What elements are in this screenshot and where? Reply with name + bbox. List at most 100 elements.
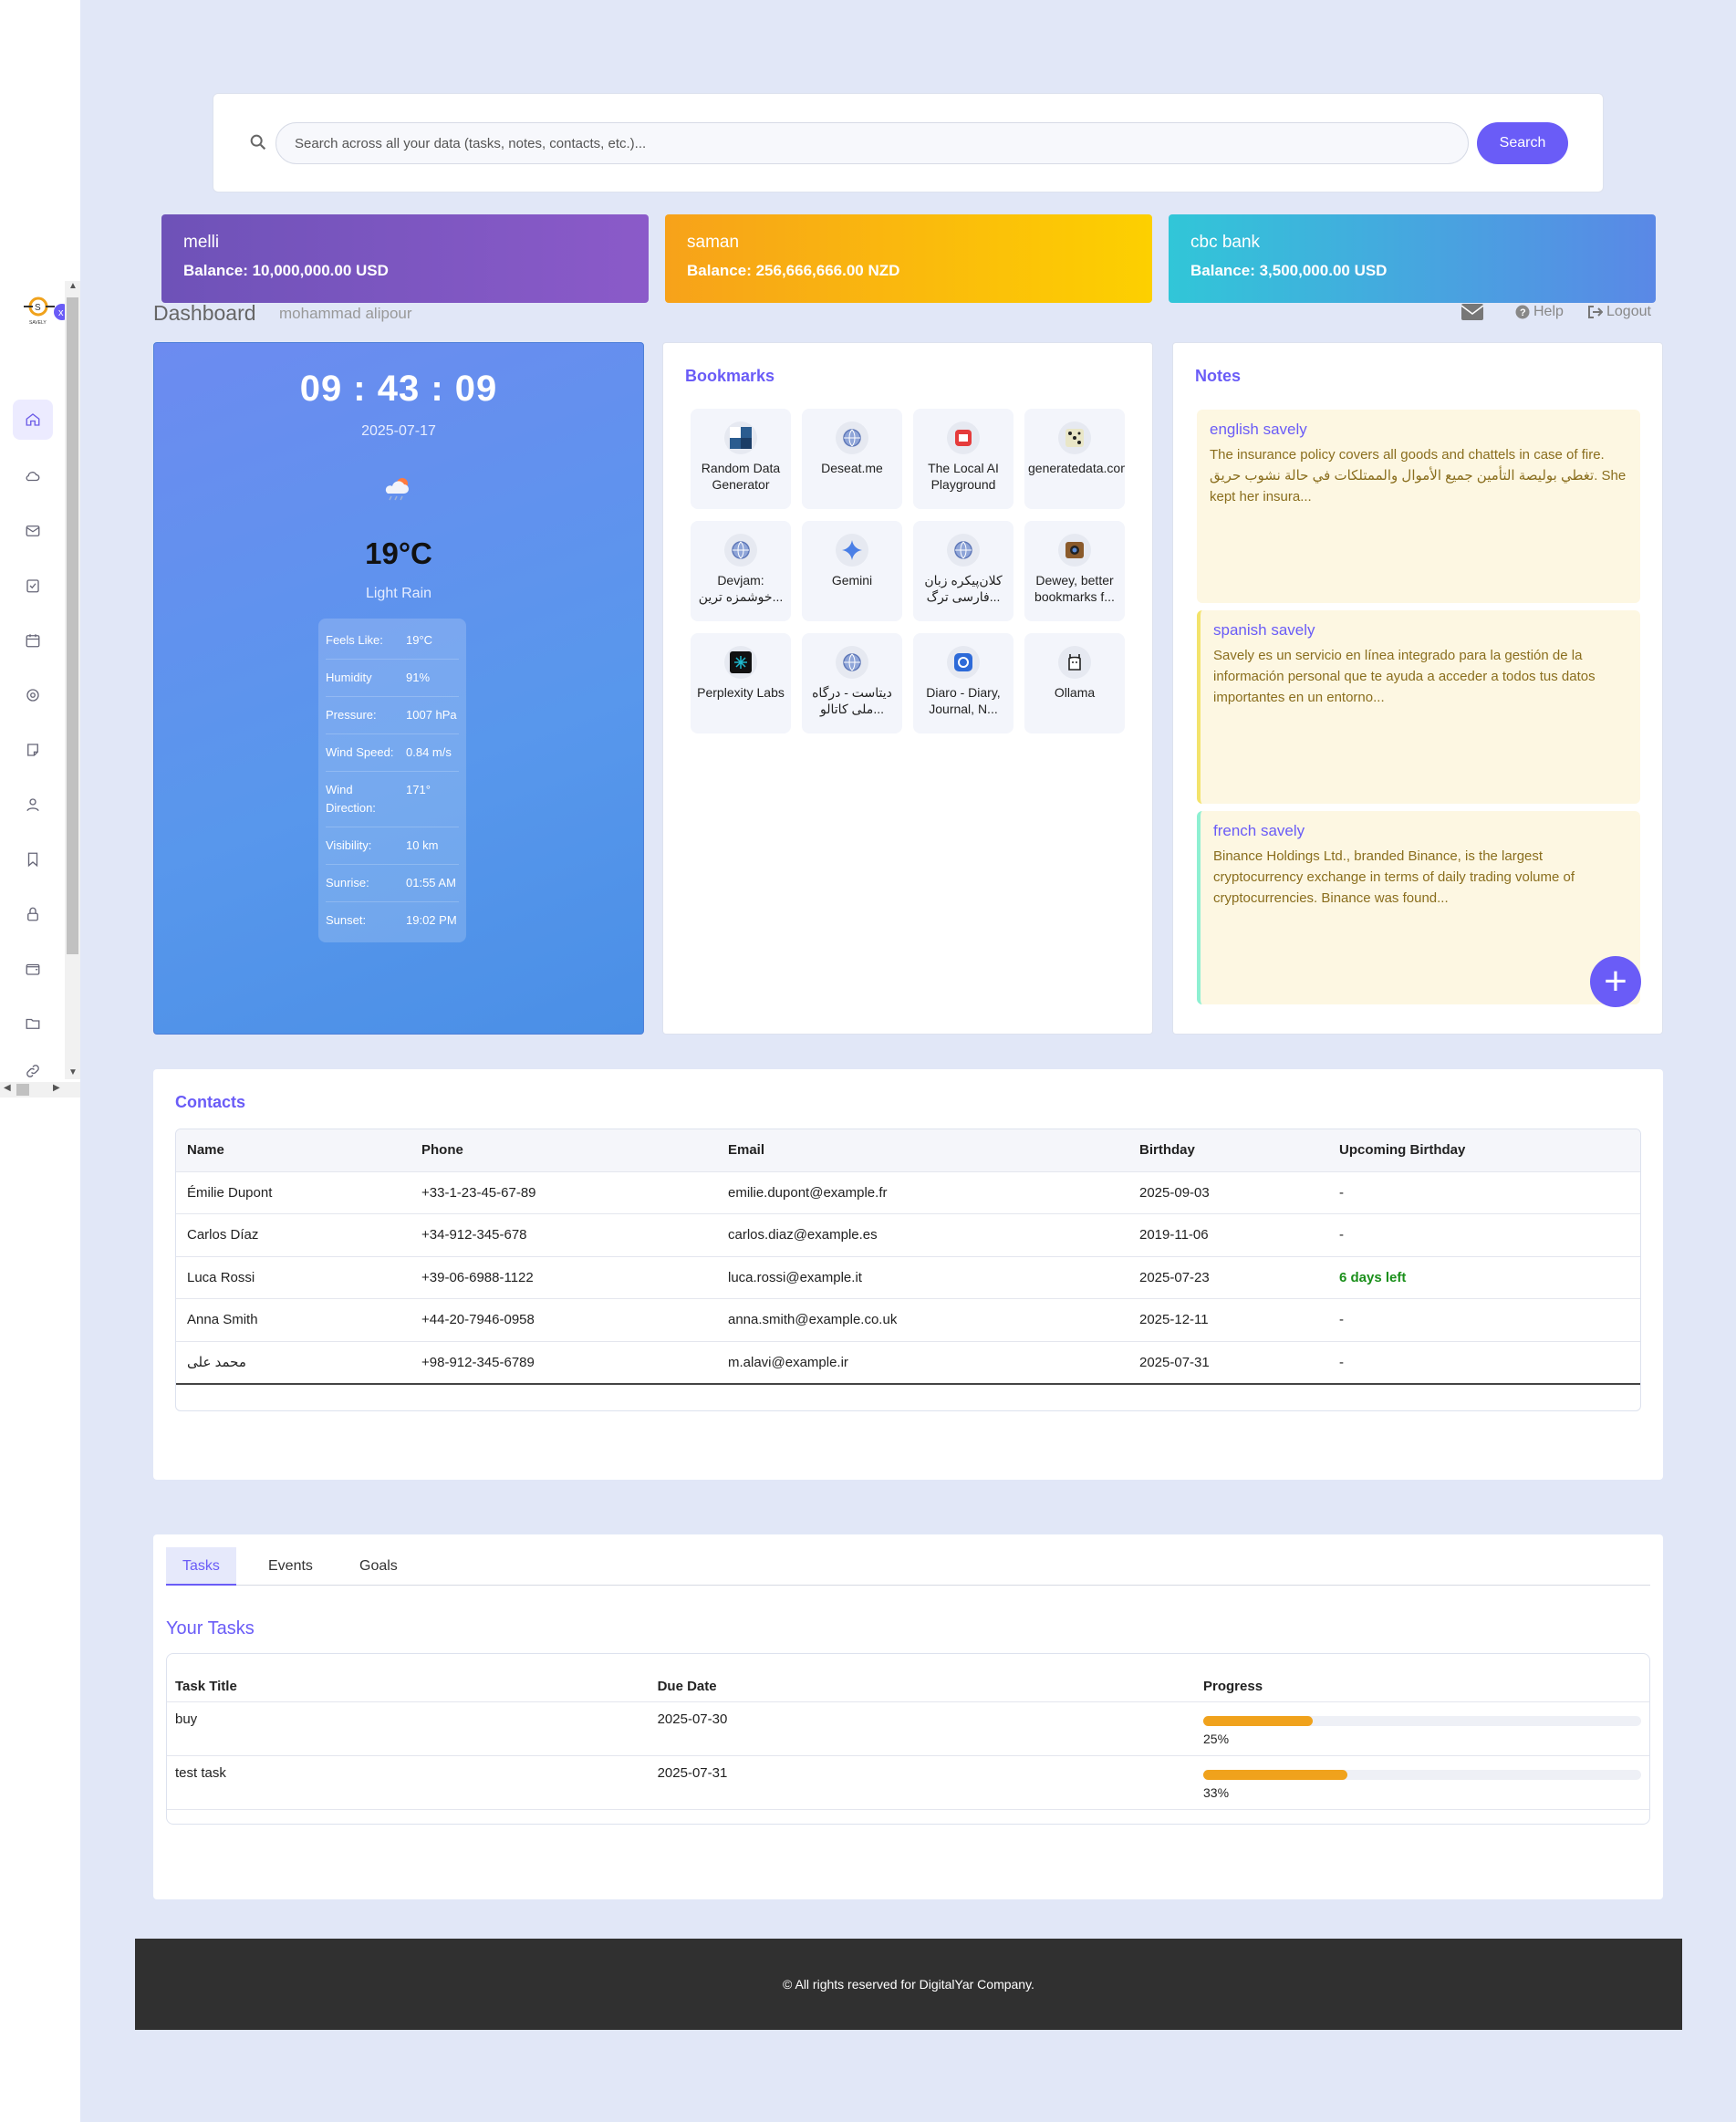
table-row[interactable]: Anna Smith +44-20-7946-0958 anna.smith@e…	[176, 1298, 1640, 1342]
help-label: Help	[1533, 304, 1564, 319]
column-header[interactable]: Birthday	[1128, 1129, 1328, 1172]
tasks-card: Tasks Events Goals Your Tasks Task Title…	[153, 1534, 1663, 1899]
progress-label: 25%	[1203, 1731, 1230, 1746]
cell: carlos.diaz@example.es	[717, 1213, 1128, 1257]
cell: Émilie Dupont	[176, 1171, 411, 1214]
globe-icon	[836, 421, 868, 454]
svg-text:S: S	[35, 303, 41, 313]
bookmark-item[interactable]: Devjam: خوشمزه ترین...	[691, 521, 791, 621]
bookmark-label: Ollama	[1054, 685, 1096, 700]
column-header[interactable]: Phone	[411, 1129, 717, 1172]
search-input[interactable]	[275, 122, 1469, 164]
tab-goals[interactable]: Goals	[343, 1547, 414, 1586]
bookmark-item[interactable]: The Local AI Playground	[913, 409, 1014, 509]
column-header[interactable]: Task Title	[167, 1654, 650, 1702]
scroll-down-icon[interactable]: ▼	[68, 1067, 78, 1077]
bookmark-item[interactable]: Dewey, better bookmarks f...	[1024, 521, 1125, 621]
add-note-button[interactable]: +	[1590, 956, 1641, 1007]
column-header[interactable]: Progress	[1195, 1654, 1649, 1702]
progress-fill	[1203, 1715, 1313, 1726]
cell: محمد علی	[176, 1341, 411, 1385]
table-header: Name Phone Email Birthday Upcoming Birth…	[176, 1129, 1640, 1172]
table-row[interactable]: Luca Rossi +39-06-6988-1122 luca.rossi@e…	[176, 1256, 1640, 1299]
column-header[interactable]: Name	[176, 1129, 411, 1172]
column-header[interactable]: Upcoming Birthday	[1328, 1129, 1640, 1172]
table-row[interactable]: محمد علی +98-912-345-6789 m.alavi@exampl…	[176, 1341, 1640, 1385]
scroll-up-icon[interactable]: ▲	[68, 281, 78, 291]
task-title: buy	[167, 1701, 650, 1756]
cloud-rain-icon	[385, 478, 409, 501]
bookmark-item[interactable]: Gemini	[802, 521, 902, 621]
cell: 2025-07-23	[1128, 1256, 1328, 1299]
note-item[interactable]: spanish savely Savely es un servicio en …	[1197, 610, 1640, 804]
search-icon	[250, 134, 266, 151]
bookmarks-card: Bookmarks Random Data Generator Deseat.m…	[662, 342, 1153, 1035]
bookmark-item[interactable]: Diaro - Diary, Journal, N...	[913, 633, 1014, 733]
table-row[interactable]: test task 2025-07-31 33%	[167, 1755, 1649, 1810]
nav-weather[interactable]	[13, 456, 53, 496]
nav-files[interactable]	[13, 1004, 53, 1044]
column-header[interactable]: Email	[717, 1129, 1128, 1172]
bookmark-item[interactable]: Deseat.me	[802, 409, 902, 509]
bank-name: saman	[687, 233, 740, 252]
bookmark-item[interactable]: Ollama	[1024, 633, 1125, 733]
note-item[interactable]: french savely Binance Holdings Ltd., bra…	[1197, 811, 1640, 1004]
page-title: Dashboard	[153, 301, 256, 325]
weather-value: 171°	[406, 783, 431, 796]
cell: anna.smith@example.co.uk	[717, 1298, 1128, 1342]
bookmark-item[interactable]: generatedata.com	[1024, 409, 1125, 509]
diaro-icon	[947, 646, 980, 679]
search-button[interactable]: Search	[1477, 122, 1568, 164]
sidebar-horizontal-scrollbar[interactable]: ◀ ▶	[0, 1082, 80, 1097]
svg-text:?: ?	[1520, 307, 1526, 318]
nav-home[interactable]	[13, 400, 53, 440]
task-title: test task	[167, 1755, 650, 1810]
tab-tasks[interactable]: Tasks	[166, 1547, 236, 1586]
nav-links[interactable]	[13, 1058, 53, 1084]
bookmark-item[interactable]: دیتاست - درگاه ملی کاتالو...	[802, 633, 902, 733]
weather-key: Wind Speed:	[326, 745, 394, 759]
bookmark-item[interactable]: Random Data Generator	[691, 409, 791, 509]
help-link[interactable]: ? Help	[1515, 304, 1564, 320]
table-row[interactable]: Émilie Dupont +33-1-23-45-67-89 emilie.d…	[176, 1171, 1640, 1214]
lock-icon	[27, 907, 38, 921]
horizontal-scrollbar-thumb[interactable]	[16, 1084, 29, 1096]
scroll-right-icon[interactable]: ▶	[53, 1083, 60, 1093]
table-row[interactable]: buy 2025-07-30 25%	[167, 1701, 1649, 1756]
table-row[interactable]: Carlos Díaz +34-912-345-678 carlos.diaz@…	[176, 1213, 1640, 1257]
cloud-icon	[26, 472, 40, 482]
mail-icon	[26, 525, 40, 536]
sidebar-scrollbar[interactable]: ▲ ▼	[65, 281, 80, 1079]
note-item[interactable]: english savely The insurance policy cove…	[1197, 410, 1640, 603]
nav-goals[interactable]	[13, 675, 53, 715]
envelope-icon[interactable]	[1461, 303, 1484, 321]
scroll-left-icon[interactable]: ◀	[4, 1083, 11, 1093]
nav-passwords[interactable]	[13, 894, 53, 934]
bank-card-cbc[interactable]: cbc bank Balance: 3,500,000.00 USD	[1169, 214, 1656, 303]
nav-tasks[interactable]	[13, 566, 53, 606]
link-icon	[26, 1065, 39, 1077]
folder-icon	[26, 1018, 40, 1029]
bank-card-melli[interactable]: melli Balance: 10,000,000.00 USD	[161, 214, 649, 303]
nav-mail[interactable]	[13, 511, 53, 551]
logout-link[interactable]: Logout	[1587, 304, 1651, 320]
nav-bookmarks[interactable]	[13, 839, 53, 879]
nav-notes[interactable]	[13, 730, 53, 770]
note-icon	[27, 744, 38, 756]
contacts-title: Contacts	[175, 1093, 246, 1111]
nav-calendar[interactable]	[13, 620, 53, 661]
footer-text: © All rights reserved for DigitalYar Com…	[783, 1977, 1034, 1992]
bookmark-item[interactable]: کلان‌پیکره زبان فارسی ترگ...	[913, 521, 1014, 621]
column-header[interactable]: Due Date	[649, 1654, 1195, 1702]
weather-key: Sunrise:	[326, 876, 369, 889]
random-data-icon	[724, 421, 757, 454]
nav-bank[interactable]	[13, 949, 53, 989]
scrollbar-thumb[interactable]	[67, 297, 78, 954]
question-circle-icon: ?	[1515, 305, 1530, 319]
bookmark-item[interactable]: Perplexity Labs	[691, 633, 791, 733]
tab-events[interactable]: Events	[252, 1547, 329, 1586]
bank-card-saman[interactable]: saman Balance: 256,666,666.00 NZD	[665, 214, 1152, 303]
cell: 2025-12-11	[1128, 1298, 1328, 1342]
weather-card: 09 : 43 : 09 2025-07-17 19°C Light Rain …	[153, 342, 644, 1035]
nav-contacts[interactable]	[13, 785, 53, 825]
